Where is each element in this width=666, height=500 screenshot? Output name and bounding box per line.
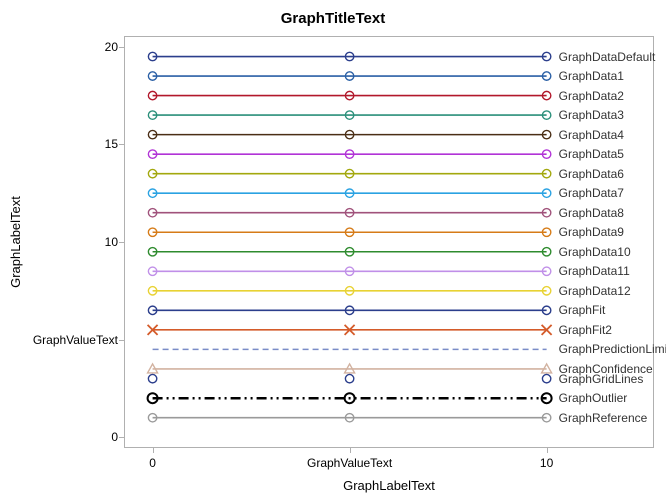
x-tick-label: GraphValueText [307, 456, 392, 470]
y-tick-mark [119, 47, 124, 48]
x-axis-label: GraphLabelText [124, 478, 654, 493]
series-label: GraphFit [559, 303, 606, 317]
y-tick-mark [119, 242, 124, 243]
y-tick-mark [119, 437, 124, 438]
series-label: GraphData4 [559, 128, 624, 142]
x-tick-label: 10 [540, 456, 553, 470]
series-label: GraphData8 [559, 206, 624, 220]
series-label: GraphData2 [559, 89, 624, 103]
series-label: GraphOutlier [559, 391, 628, 405]
y-tick-mark [119, 144, 124, 145]
series-label: GraphData1 [559, 69, 624, 83]
y-tick-label: GraphValueText [8, 333, 118, 347]
series-label: GraphData5 [559, 147, 624, 161]
x-tick-label: 0 [149, 456, 156, 470]
y-tick-label: 10 [8, 235, 118, 249]
series-label: GraphFit2 [559, 323, 612, 337]
y-tick-label: 15 [8, 137, 118, 151]
x-tick-mark [547, 448, 548, 453]
series-label: GraphDataDefault [559, 50, 656, 64]
y-tick-label: 0 [8, 430, 118, 444]
circle-marker-icon [542, 374, 550, 382]
circle-marker-icon [345, 374, 353, 382]
chart-title: GraphTitleText [0, 10, 666, 27]
series-label: GraphData11 [559, 264, 630, 278]
x-tick-mark [350, 448, 351, 453]
series-label: GraphData9 [559, 225, 624, 239]
series-label: GraphReference [559, 411, 648, 425]
series-label: GraphData10 [559, 245, 631, 259]
y-tick-mark [119, 340, 124, 341]
series-label: GraphData3 [559, 108, 624, 122]
series-label: GraphData12 [559, 284, 631, 298]
series-label: GraphData7 [559, 186, 624, 200]
y-tick-label: 20 [8, 40, 118, 54]
series-label: GraphData6 [559, 167, 624, 181]
series-label: GraphGridLines [559, 372, 644, 386]
series-label: GraphPredictionLimits [559, 342, 666, 356]
chart-root: { "chart_data": { "type": "line", "title… [0, 0, 666, 500]
x-tick-mark [153, 448, 154, 453]
circle-marker-icon [148, 374, 156, 382]
